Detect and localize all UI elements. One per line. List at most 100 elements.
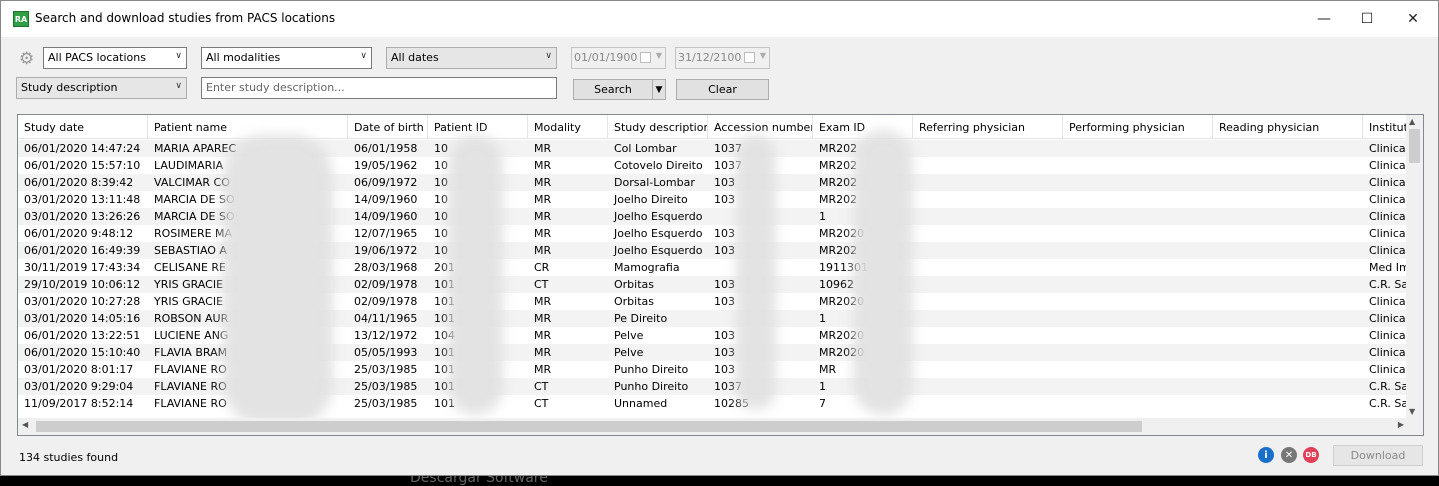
column-header[interactable]: Date of birth (348, 115, 428, 139)
table-cell (1213, 191, 1363, 208)
table-cell (1213, 140, 1363, 157)
table-cell: 06/01/2020 16:49:39 (24, 244, 141, 257)
table-cell: Mamografia (614, 261, 680, 274)
column-header[interactable]: Study date (18, 115, 148, 139)
scroll-left-icon[interactable]: ◀ (22, 420, 28, 429)
table-cell: 25/03/1985 (354, 363, 418, 376)
column-header[interactable]: Patient name (148, 115, 348, 139)
info-icon[interactable]: i (1258, 447, 1274, 463)
table-cell (1213, 276, 1363, 293)
table-cell: MR (534, 159, 552, 172)
horizontal-scrollbar[interactable]: ◀ ▶ (18, 418, 1408, 435)
scroll-right-icon[interactable]: ▶ (1398, 420, 1404, 429)
table-cell: 25/03/1985 (354, 397, 418, 410)
table-cell (913, 191, 1063, 208)
table-cell: MR (534, 193, 552, 206)
table-cell (913, 327, 1063, 344)
maximize-button[interactable]: ☐ (1344, 1, 1390, 37)
table-cell (1063, 242, 1213, 259)
chevron-down-icon: ∨ (360, 51, 367, 61)
scroll-down-icon[interactable]: ▼ (1409, 407, 1415, 416)
table-cell (1213, 327, 1363, 344)
table-cell (913, 174, 1063, 191)
table-cell (1063, 276, 1213, 293)
table-cell: 03/01/2020 13:26:26 (24, 210, 141, 223)
column-header[interactable]: Performing physician (1063, 115, 1213, 139)
table-cell: 03/01/2020 10:27:28 (24, 295, 141, 308)
modality-select[interactable]: All modalities ∨ (201, 47, 372, 69)
table-cell: 02/09/1978 (354, 295, 418, 308)
table-cell: 06/01/2020 8:39:42 (24, 176, 134, 189)
table-cell: 06/09/1972 (354, 176, 418, 189)
table-cell (913, 157, 1063, 174)
table-cell: 30/11/2019 17:43:34 (24, 261, 141, 274)
table-cell (1213, 293, 1363, 310)
table-row[interactable]: 06/01/2020 14:47:24 MARIA APAREC 06/01/195… (18, 140, 1415, 157)
results-count: 134 studies found (19, 451, 119, 464)
table-cell (1063, 191, 1213, 208)
table-cell: 06/01/2020 15:10:40 (24, 346, 141, 359)
table-cell: 11/09/2017 8:52:14 (24, 397, 134, 410)
table-cell (1063, 208, 1213, 225)
chevron-down-icon: ∨ (545, 51, 552, 61)
table-cell: Unnamed (614, 397, 668, 410)
vertical-scroll-thumb[interactable] (1409, 129, 1420, 163)
pacs-location-select[interactable]: All PACS locations ∨ (43, 47, 187, 69)
table-cell: 04/11/1965 (354, 312, 418, 325)
table-cell: 03/01/2020 8:01:17 (24, 363, 134, 376)
table-cell: MR (534, 210, 552, 223)
table-cell: Dorsal-Lombar (614, 176, 695, 189)
date-to-field[interactable]: 31/12/2100 ▼ (675, 47, 770, 69)
table-cell (1063, 174, 1213, 191)
table-cell: Orbitas (614, 278, 655, 291)
table-cell: CT (534, 397, 549, 410)
study-description-input[interactable]: Enter study description... (201, 77, 557, 99)
column-header[interactable]: Reading physician (1213, 115, 1363, 139)
table-cell (1063, 344, 1213, 361)
scroll-up-icon[interactable]: ▲ (1409, 117, 1415, 126)
table-cell (1063, 395, 1213, 412)
table-cell (913, 293, 1063, 310)
close-button[interactable]: ✕ (1390, 1, 1436, 37)
table-cell: 19/05/1962 (354, 159, 418, 172)
table-cell: MR (534, 295, 552, 308)
minimize-button[interactable]: — (1301, 1, 1347, 37)
table-cell (1213, 242, 1363, 259)
table-cell: MR (534, 346, 552, 359)
table-cell (913, 140, 1063, 157)
search-field-select[interactable]: Study description ∨ (16, 77, 187, 99)
search-options-dropdown[interactable]: ▼ (652, 79, 666, 100)
table-cell (1063, 361, 1213, 378)
column-header[interactable]: Referring physician (913, 115, 1063, 139)
table-cell (913, 361, 1063, 378)
table-cell (1063, 378, 1213, 395)
table-cell (1213, 225, 1363, 242)
date-from-value: 01/01/1900 (574, 51, 638, 64)
date-range-select[interactable]: All dates ∨ (386, 47, 557, 69)
column-header[interactable]: Study description (608, 115, 708, 139)
table-cell: MR (534, 244, 552, 257)
table-header: Study date Patient name Date of birth Patie… (18, 115, 1423, 139)
table-cell: 25/03/1985 (354, 380, 418, 393)
search-field-value: Study description (21, 81, 118, 94)
table-cell (1213, 361, 1363, 378)
table-cell: 19/06/1972 (354, 244, 418, 257)
table-cell: MR (534, 329, 552, 342)
date-from-field[interactable]: 01/01/1900 ▼ (571, 47, 666, 69)
table-cell: 12/07/1965 (354, 227, 418, 240)
download-button[interactable]: Download (1333, 445, 1423, 466)
database-icon[interactable]: DB (1303, 447, 1319, 463)
title-bar: RA Search and download studies from PACS… (1, 1, 1438, 37)
table-cell (913, 259, 1063, 276)
horizontal-scroll-thumb[interactable] (36, 421, 1142, 432)
table-cell: MR (534, 312, 552, 325)
table-cell: Joelho Esquerdo (614, 244, 703, 257)
column-header[interactable]: Modality (528, 115, 608, 139)
vertical-scrollbar[interactable]: ▲ ▼ (1406, 115, 1423, 418)
search-button[interactable]: Search (573, 79, 653, 100)
cancel-circle-icon[interactable]: ✕ (1281, 447, 1297, 463)
gear-icon[interactable]: ⚙ (19, 50, 37, 68)
table-cell (913, 242, 1063, 259)
clear-button[interactable]: Clear (676, 79, 769, 100)
table-cell: MR (534, 176, 552, 189)
